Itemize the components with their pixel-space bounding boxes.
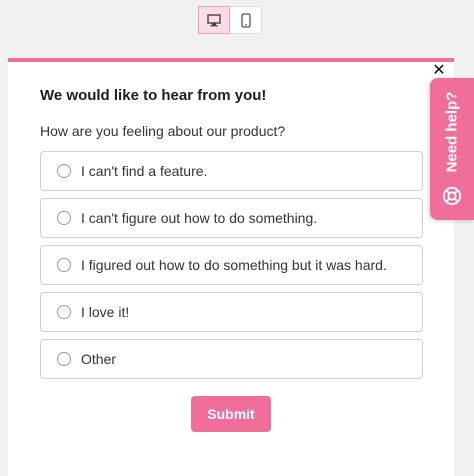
mobile-view-button[interactable]: [230, 6, 262, 34]
desktop-view-button[interactable]: [198, 6, 230, 34]
survey-question: How are you feeling about our product?: [40, 123, 286, 139]
radio-button[interactable]: [57, 258, 71, 272]
survey-title: We would like to hear from you!: [40, 87, 267, 104]
submit-button[interactable]: Submit: [191, 396, 271, 432]
survey-option[interactable]: I figured out how to do something but it…: [40, 245, 423, 285]
survey-option[interactable]: I love it!: [40, 292, 423, 332]
survey-options: I can't find a feature. I can't figure o…: [40, 151, 423, 386]
device-toggle: [198, 6, 262, 36]
radio-button[interactable]: [57, 352, 71, 366]
close-icon[interactable]: ✕: [432, 63, 446, 79]
desktop-icon: [207, 13, 221, 26]
survey-option-label: I love it!: [81, 304, 130, 320]
survey-option[interactable]: I can't figure out how to do something.: [40, 198, 423, 238]
survey-option-label: Other: [81, 351, 117, 367]
radio-button[interactable]: [57, 211, 71, 225]
survey-option-label: I can't find a feature.: [81, 163, 208, 179]
mobile-icon: [240, 12, 251, 28]
survey-option[interactable]: Other: [40, 339, 423, 379]
survey-option-label: I figured out how to do something but it…: [81, 257, 387, 273]
radio-button[interactable]: [57, 305, 71, 319]
need-help-label: Need help?: [443, 91, 461, 173]
survey-option[interactable]: I can't find a feature.: [40, 151, 423, 191]
radio-button[interactable]: [57, 164, 71, 178]
survey-option-label: I can't figure out how to do something.: [81, 210, 318, 226]
feedback-survey-panel: ✕ We would like to hear from you! How ar…: [8, 58, 454, 476]
lifebuoy-icon: [442, 186, 462, 206]
need-help-tab[interactable]: Need help?: [430, 78, 474, 220]
